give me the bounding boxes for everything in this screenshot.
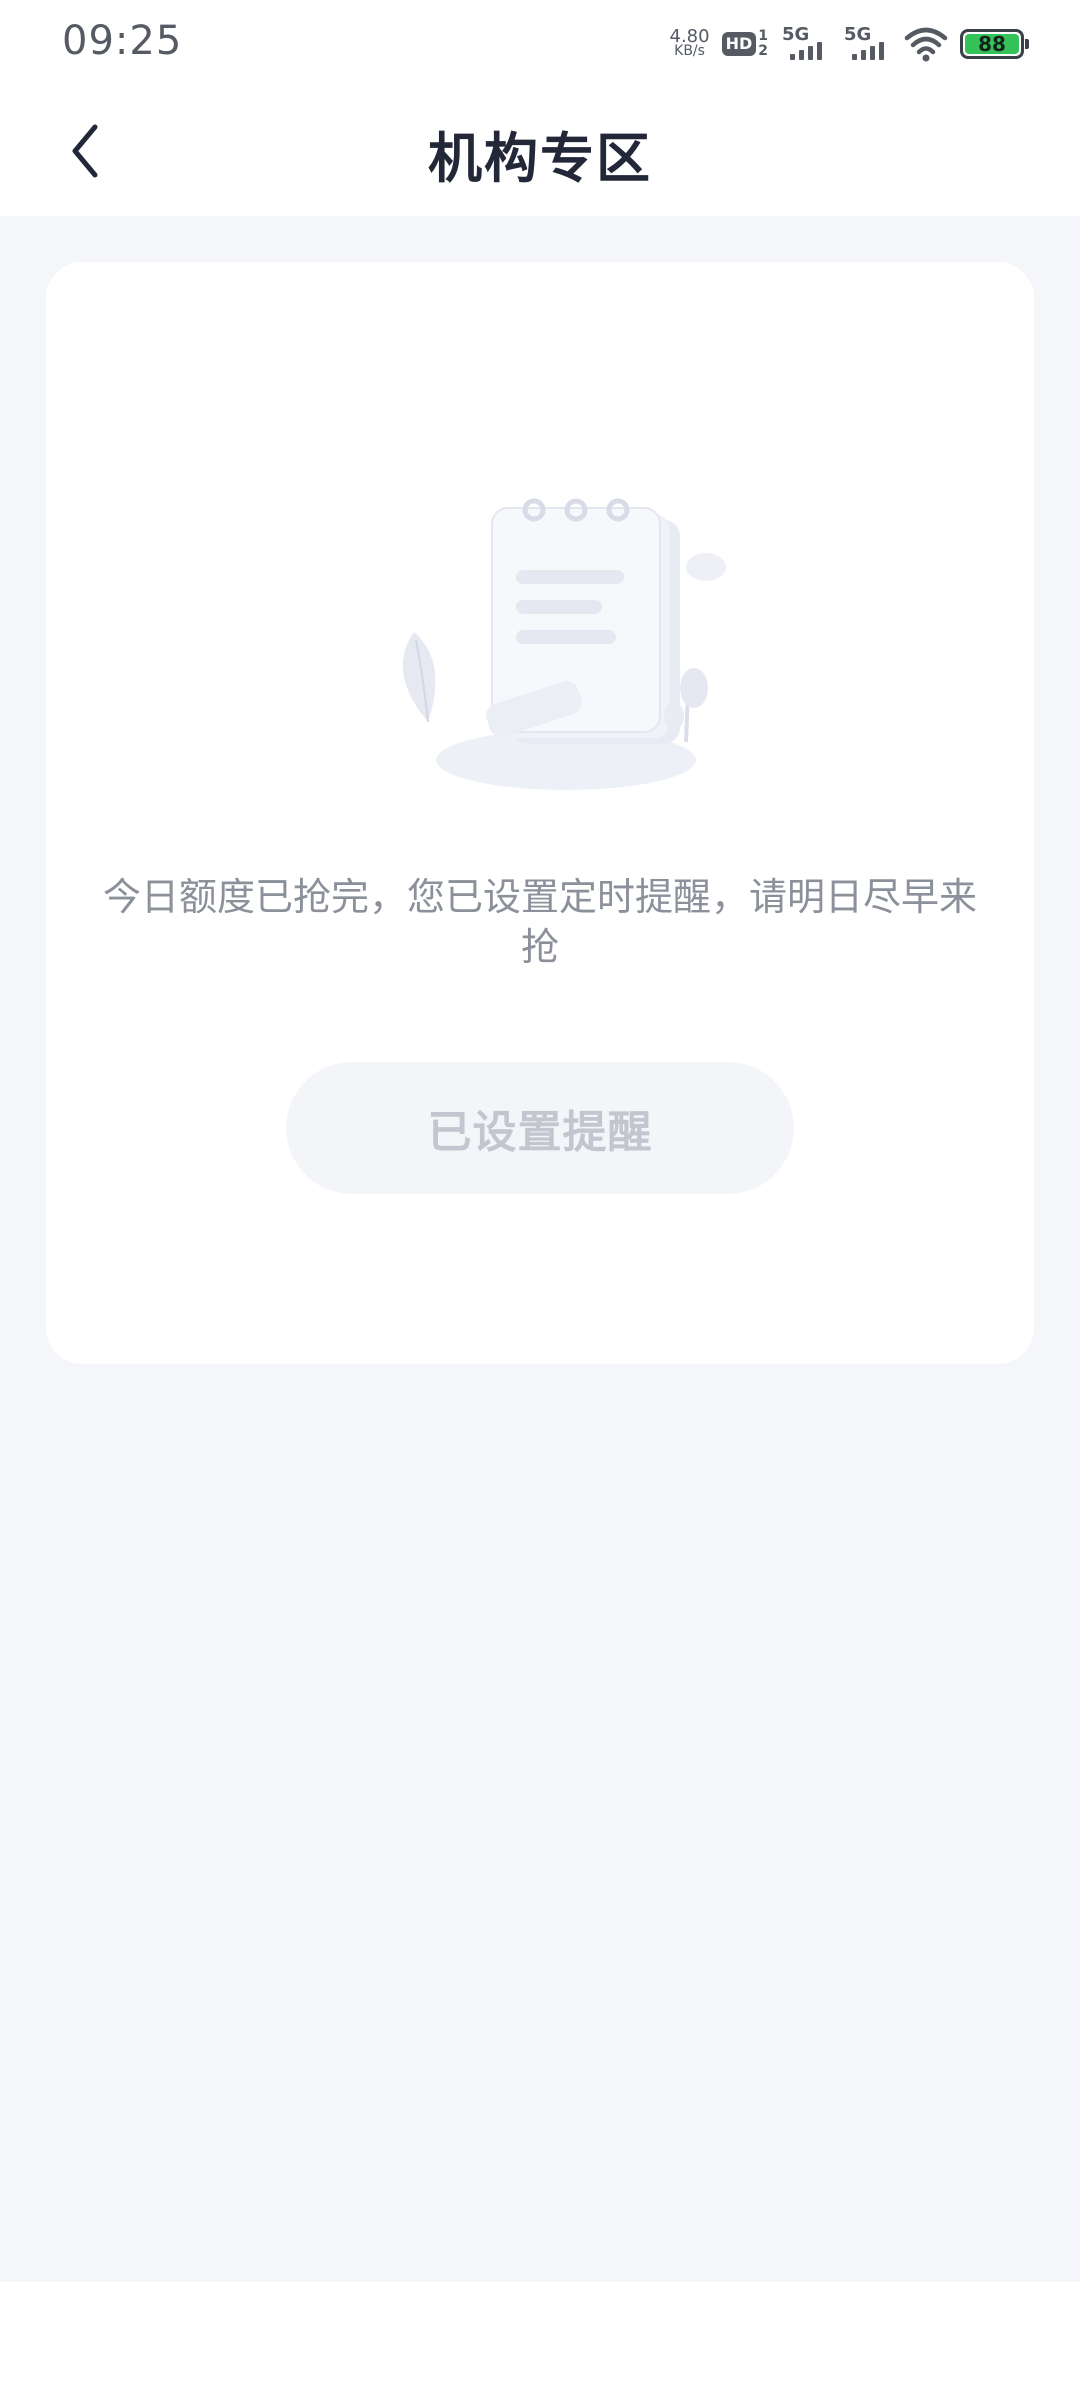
status-time: 09:25 bbox=[62, 18, 183, 64]
page-title: 机构专区 bbox=[428, 127, 652, 190]
battery-level: 88 bbox=[965, 32, 1019, 56]
wifi-icon bbox=[904, 27, 948, 62]
status-icons: 4.80 KB/s HD 1 2 5G 5G 88 bbox=[669, 20, 1029, 68]
reminder-set-button[interactable]: 已设置提醒 bbox=[286, 1062, 794, 1194]
hd-voice-icon: HD 1 2 bbox=[721, 28, 768, 59]
empty-state-message: 今日额度已抢完，您已设置定时提醒，请明日尽早来抢 bbox=[102, 875, 977, 969]
status-bar: 09:25 4.80 KB/s HD 1 2 5G 5G 88 bbox=[0, 0, 1080, 86]
hd-sim-top: 1 bbox=[758, 28, 768, 44]
battery-icon: 88 bbox=[960, 29, 1029, 59]
nav-bar: 机构专区 bbox=[0, 86, 1080, 216]
network-speed-unit: KB/s bbox=[674, 43, 705, 59]
hd-label: HD bbox=[721, 32, 757, 56]
network-speed-value: 4.80 bbox=[669, 26, 710, 47]
empty-state-card: 今日额度已抢完，您已设置定时提醒，请明日尽早来抢 已设置提醒 bbox=[46, 262, 1034, 1364]
signal-sim2-icon: 5G bbox=[842, 24, 892, 64]
network-speed: 4.80 KB/s bbox=[669, 26, 710, 59]
signal-sim1-icon: 5G bbox=[780, 24, 830, 64]
empty-notepad-illustration bbox=[402, 498, 726, 790]
hd-sim-bottom: 2 bbox=[758, 43, 768, 59]
bottom-safe-area bbox=[0, 2282, 1080, 2408]
